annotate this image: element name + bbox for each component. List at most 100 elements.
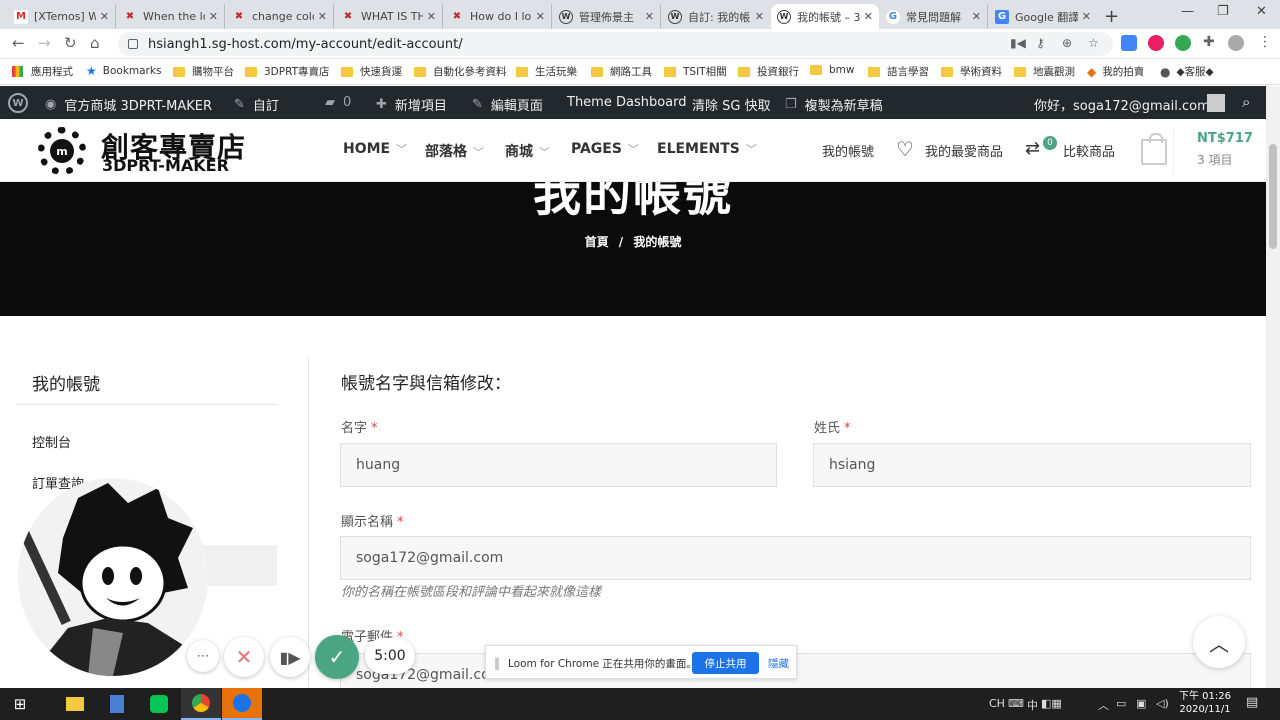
menu-home[interactable]: HOME ﹀ xyxy=(343,141,407,157)
browser-tab[interactable]: G 常見問題解 ✕ xyxy=(880,4,988,29)
menu-blog[interactable]: 部落格 ﹀ xyxy=(425,141,484,161)
extension-icon[interactable] xyxy=(1121,35,1137,51)
wp-customize[interactable]: ✎ 自訂 xyxy=(234,95,279,114)
menu-pages[interactable]: PAGES ﹀ xyxy=(571,141,639,157)
bookmark-item[interactable]: ◆ 我的拍賣 xyxy=(1087,64,1144,79)
wp-site-name[interactable]: ◉ 官方商城 3DPRT-MAKER xyxy=(45,95,212,114)
keyboard-icon[interactable]: ⌨ xyxy=(1008,697,1024,710)
battery-icon[interactable]: ▭ xyxy=(1116,697,1126,710)
browser-tab[interactable]: ✖ WHAT IS TH ✕ xyxy=(335,4,443,29)
close-icon[interactable]: ✕ xyxy=(755,10,764,23)
wp-comments[interactable]: ▰ 0 xyxy=(325,95,351,110)
close-icon[interactable]: ✕ xyxy=(209,10,218,23)
bookmark-star-icon[interactable]: ☆ xyxy=(1088,36,1099,50)
tray-expand-icon[interactable]: ︿ xyxy=(1098,697,1109,713)
browser-tab[interactable]: ✖ When the lc ✕ xyxy=(117,4,225,29)
wordpress-logo-icon[interactable]: W xyxy=(8,93,28,113)
breadcrumb-home[interactable]: 首頁 xyxy=(585,235,609,249)
file-explorer-icon[interactable] xyxy=(55,688,95,720)
bookmark-folder[interactable]: 生活玩樂 xyxy=(516,64,577,79)
menu-dots-icon[interactable]: ⋮ xyxy=(1258,34,1272,50)
drag-handle-icon[interactable]: ‖ xyxy=(494,656,500,670)
wp-theme-dashboard[interactable]: Theme Dashboard xyxy=(567,95,687,110)
close-icon[interactable]: ✕ xyxy=(645,10,654,23)
wp-account[interactable]: 你好，soga172@gmail.com xyxy=(1034,95,1210,114)
loom-camera-bubble[interactable] xyxy=(18,478,208,676)
bookmark-folder[interactable]: 網路工具 xyxy=(591,64,652,79)
maximize-icon[interactable]: ❐ xyxy=(1217,4,1229,19)
close-icon[interactable]: ✕ xyxy=(1082,10,1091,23)
display-name-input[interactable] xyxy=(340,536,1251,580)
browser-tab[interactable]: G Google 翻譯 ✕ xyxy=(989,4,1097,29)
close-icon[interactable]: ✕ xyxy=(972,10,981,23)
browser-tab[interactable]: M [XTemos] W ✕ xyxy=(8,4,116,29)
more-dots-icon[interactable]: ⋯ xyxy=(187,640,219,672)
heart-icon[interactable]: ♡ xyxy=(896,137,914,161)
wp-purge-cache[interactable]: 清除 SG 快取 xyxy=(692,95,771,114)
menu-shop[interactable]: 商城 ﹀ xyxy=(505,141,550,161)
bookmark-folder[interactable]: TSIT相關 xyxy=(664,64,727,79)
ime-mode[interactable]: 中 xyxy=(1027,697,1038,713)
bookmark-folder[interactable]: 語言學習 xyxy=(868,64,929,79)
pause-recording-button[interactable]: ▮▶ xyxy=(270,637,310,677)
cart-items-count[interactable]: 3 項目 xyxy=(1197,151,1232,168)
extension-icon[interactable] xyxy=(1175,35,1191,51)
back-icon[interactable]: ← xyxy=(12,34,25,52)
compare-link[interactable]: 比較商品 xyxy=(1063,141,1115,160)
close-icon[interactable]: ✕ xyxy=(427,10,436,23)
sidebar-item-dashboard[interactable]: 控制台 xyxy=(32,432,71,451)
bookmark-folder[interactable]: 快速貨運 xyxy=(341,64,402,79)
ime-toggle-icon[interactable]: ◧▦ xyxy=(1041,697,1062,710)
shopping-bag-icon[interactable] xyxy=(1141,133,1167,165)
scroll-to-top-button[interactable]: ︿ xyxy=(1193,616,1245,668)
ime-indicator[interactable]: CH xyxy=(989,697,1005,710)
logo-subtext[interactable]: 3DPRT-MAKER xyxy=(102,156,229,175)
bookmark-folder[interactable]: 學術資料 xyxy=(941,64,1002,79)
close-icon[interactable]: ✕ xyxy=(864,10,873,23)
logo-gear-icon[interactable]: m xyxy=(38,127,86,175)
bookmark-folder[interactable]: bmw xyxy=(810,64,854,76)
bookmark-folder[interactable]: 自動化參考資料 xyxy=(414,64,507,79)
cancel-recording-button[interactable]: ✕ xyxy=(224,637,264,677)
wp-new-item[interactable]: ✚ 新增項目 xyxy=(376,95,447,114)
minimize-icon[interactable]: — xyxy=(1181,4,1194,19)
windows-start-icon[interactable]: ⊞ xyxy=(0,688,40,720)
extension-icon[interactable] xyxy=(1148,35,1164,51)
last-name-input[interactable] xyxy=(813,443,1251,487)
new-tab-button[interactable]: + xyxy=(1104,6,1119,27)
line-app-icon[interactable] xyxy=(139,688,179,720)
bookmark-folder[interactable]: 投資銀行 xyxy=(738,64,799,79)
cart-total[interactable]: NT$717 xyxy=(1197,131,1253,146)
my-account-link[interactable]: 我的帳號 xyxy=(822,141,874,160)
browser-tab-active[interactable]: W 我的帳號 – 3 ✕ xyxy=(771,4,879,29)
bookmark-folder[interactable]: 3DPRT專賣店 xyxy=(245,64,330,79)
sidebar-item-active[interactable] xyxy=(200,545,277,586)
bookmark-item[interactable]: ★ Bookmarks xyxy=(86,64,161,78)
first-name-input[interactable] xyxy=(340,443,777,487)
page-scrollbar[interactable] xyxy=(1266,86,1280,688)
chrome-taskbar-icon[interactable] xyxy=(181,688,221,720)
reload-icon[interactable]: ↻ xyxy=(64,34,77,52)
wp-duplicate[interactable]: ❐ 複製為新草稿 xyxy=(785,95,883,114)
puzzle-icon[interactable]: ✚ xyxy=(1203,34,1215,50)
bookmark-folder[interactable]: 購物平台 xyxy=(173,64,234,79)
wishlist-link[interactable]: 我的最愛商品 xyxy=(925,141,1003,160)
notification-icon[interactable]: ▤ xyxy=(1246,695,1258,710)
bookmark-apps[interactable]: 應用程式 xyxy=(12,64,73,79)
app-taskbar-icon[interactable] xyxy=(222,688,262,720)
shuffle-icon[interactable]: ⇄ xyxy=(1025,138,1040,159)
bookmark-item[interactable]: ● ◆客服◆ xyxy=(1160,64,1214,79)
browser-tab[interactable]: ✖ How do I lo ✕ xyxy=(444,4,552,29)
forward-icon[interactable]: → xyxy=(38,34,51,52)
close-icon[interactable]: ✕ xyxy=(100,10,109,23)
home-icon[interactable]: ⌂ xyxy=(90,34,100,52)
window-close-icon[interactable]: ✕ xyxy=(1256,4,1267,19)
search-icon[interactable]: ⌕ xyxy=(1242,93,1250,111)
wp-edit-page[interactable]: ✎ 編輯頁面 xyxy=(472,95,543,114)
taskbar-clock[interactable]: 下午 01:26 2020/11/1 xyxy=(1174,690,1236,716)
stop-sharing-button[interactable]: 停止共用 xyxy=(692,652,759,674)
avatar[interactable] xyxy=(1207,94,1225,112)
browser-tab[interactable]: W 管理佈景主 ✕ xyxy=(553,4,661,29)
zoom-icon[interactable]: ⊕ xyxy=(1062,36,1072,50)
network-icon[interactable]: ▣ xyxy=(1136,697,1146,710)
